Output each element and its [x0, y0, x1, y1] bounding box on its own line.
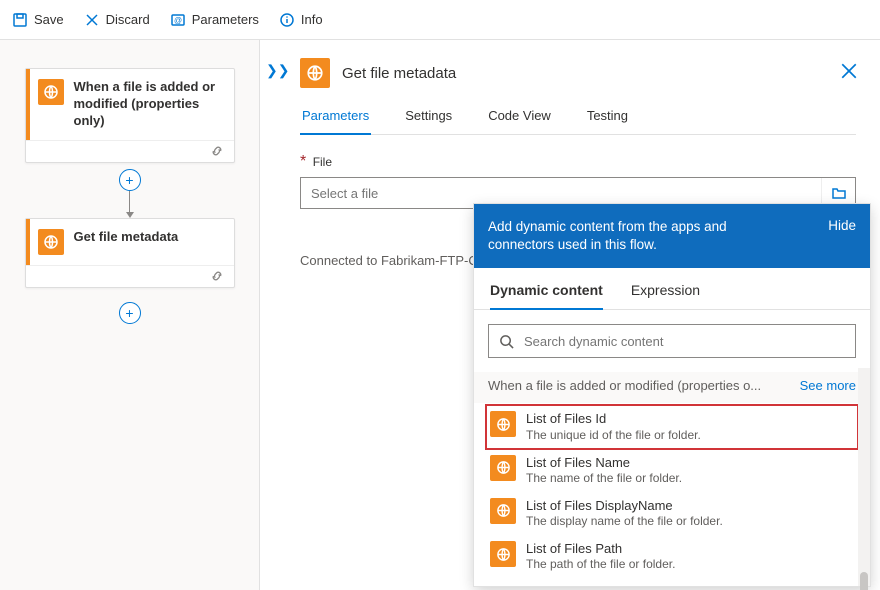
file-label: File: [313, 155, 332, 169]
tab-dynamic-content[interactable]: Dynamic content: [490, 282, 603, 310]
trigger-card[interactable]: When a file is added or modified (proper…: [25, 68, 235, 163]
ftp-icon: [490, 498, 516, 524]
save-button[interactable]: Save: [12, 12, 64, 28]
svg-text:@: @: [174, 16, 182, 25]
item-desc: The path of the file or folder.: [526, 557, 675, 572]
save-label: Save: [34, 12, 64, 27]
ftp-icon: [490, 411, 516, 437]
ftp-icon: [300, 58, 330, 88]
add-step-button[interactable]: +: [119, 169, 141, 191]
item-desc: The unique id of the file or folder.: [526, 428, 701, 443]
connector-arrow: +: [119, 163, 141, 218]
item-desc: The display name of the file or folder.: [526, 514, 723, 529]
popover-message: Add dynamic content from the apps and co…: [488, 218, 788, 254]
file-field: * File: [300, 153, 856, 209]
ftp-icon: [38, 79, 64, 105]
detail-tabs: Parameters Settings Code View Testing: [300, 108, 856, 135]
see-more-button[interactable]: See more: [800, 378, 856, 393]
hide-popover-button[interactable]: Hide: [828, 218, 856, 233]
link-icon: [210, 144, 224, 158]
scrollbar[interactable]: [858, 368, 870, 586]
info-icon: [279, 12, 295, 28]
search-icon: [499, 334, 514, 349]
discard-button[interactable]: Discard: [84, 12, 150, 28]
tab-settings[interactable]: Settings: [403, 108, 454, 134]
tab-parameters[interactable]: Parameters: [300, 108, 371, 135]
parameters-button[interactable]: @ Parameters: [170, 12, 259, 28]
action-card[interactable]: Get file metadata: [25, 218, 235, 288]
dynamic-content-list: List of Files IdThe unique id of the fil…: [474, 403, 870, 586]
add-step-end-button[interactable]: +: [119, 302, 141, 324]
tab-testing[interactable]: Testing: [585, 108, 630, 134]
detail-panel: ❯❯ Get file metadata Parameters Settings…: [260, 40, 880, 590]
item-desc: The name of the file or folder.: [526, 471, 682, 486]
save-icon: [12, 12, 28, 28]
parameters-icon: @: [170, 12, 186, 28]
workflow-canvas: When a file is added or modified (proper…: [0, 40, 260, 590]
dynamic-content-item[interactable]: List of Files DisplayNameThe display nam…: [486, 492, 858, 535]
dynamic-content-popover: Add dynamic content from the apps and co…: [474, 204, 870, 586]
discard-icon: [84, 12, 100, 28]
ftp-icon: [490, 541, 516, 567]
item-title: List of Files Name: [526, 455, 682, 471]
item-title: List of Files DisplayName: [526, 498, 723, 514]
dynamic-content-item[interactable]: List of Files NameThe name of the file o…: [486, 449, 858, 492]
parameters-label: Parameters: [192, 12, 259, 27]
section-title: When a file is added or modified (proper…: [488, 378, 761, 393]
dynamic-content-item[interactable]: List of Files PathThe path of the file o…: [486, 535, 858, 578]
search-input[interactable]: [524, 334, 845, 349]
info-button[interactable]: Info: [279, 12, 323, 28]
close-panel-button[interactable]: [840, 62, 858, 85]
trigger-title: When a file is added or modified (proper…: [74, 79, 222, 130]
tab-expression[interactable]: Expression: [631, 282, 700, 309]
tab-code-view[interactable]: Code View: [486, 108, 553, 134]
link-icon: [210, 269, 224, 283]
top-toolbar: Save Discard @ Parameters Info: [0, 0, 880, 40]
discard-label: Discard: [106, 12, 150, 27]
item-title: List of Files Id: [526, 411, 701, 427]
required-indicator: *: [300, 153, 306, 170]
collapse-panel-button[interactable]: ❯❯: [266, 62, 289, 79]
item-title: List of Files Path: [526, 541, 675, 557]
detail-title: Get file metadata: [342, 65, 456, 82]
info-label: Info: [301, 12, 323, 27]
dynamic-content-item[interactable]: List of Files IdThe unique id of the fil…: [486, 405, 858, 448]
ftp-icon: [38, 229, 64, 255]
action-title: Get file metadata: [74, 229, 179, 246]
ftp-icon: [490, 455, 516, 481]
